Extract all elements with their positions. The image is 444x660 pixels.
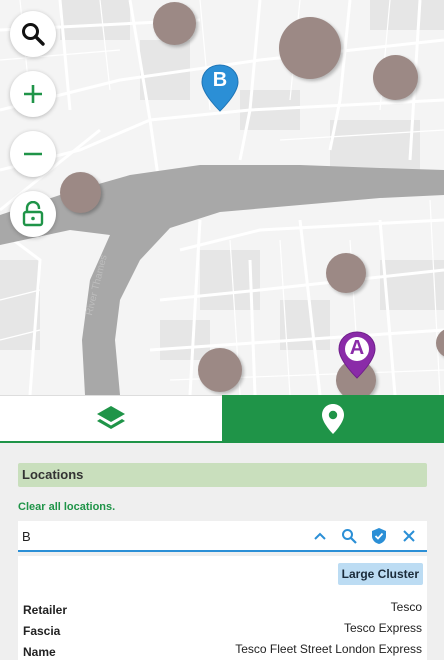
verified-icon [372, 528, 386, 544]
minus-icon [24, 152, 42, 156]
zoom-in-button[interactable] [10, 71, 56, 117]
clear-all-locations-link[interactable]: Clear all locations. [18, 501, 115, 513]
row-value: Tesco Express [343, 621, 422, 635]
result-row-fascia: Fascia Tesco Express [23, 621, 422, 639]
cluster-marker[interactable] [279, 17, 341, 79]
marker-letter: A [349, 337, 365, 359]
map-pin-icon [322, 404, 344, 434]
cluster-marker[interactable] [373, 55, 418, 100]
chevron-up-icon [314, 532, 326, 540]
layers-icon [97, 405, 125, 429]
map-view[interactable]: River Thames B A [0, 0, 444, 395]
cluster-marker[interactable] [60, 172, 101, 213]
cluster-marker[interactable] [153, 2, 196, 45]
result-row-name: Name Tesco Fleet Street London Express [23, 642, 422, 660]
locations-panel: Locations Clear all locations. B Large C… [0, 443, 444, 660]
section-title: Locations [18, 463, 427, 487]
row-value: Tesco Fleet Street London Express [235, 642, 422, 656]
plus-icon [24, 85, 42, 103]
tab-layers[interactable] [0, 395, 222, 443]
search-icon [22, 23, 45, 46]
cluster-marker[interactable] [326, 253, 366, 293]
location-result-card[interactable]: Large Cluster Retailer Tesco Fascia Tesc… [18, 556, 427, 660]
cluster-badge: Large Cluster [337, 563, 423, 585]
marker-letter: B [212, 69, 228, 91]
location-search-box [18, 521, 427, 552]
search-icon [342, 529, 357, 544]
zoom-out-button[interactable] [10, 131, 56, 177]
panel-tabs [0, 395, 444, 443]
row-label: Retailer [23, 603, 68, 617]
clear-search-button[interactable] [400, 527, 418, 545]
row-value: Tesco [390, 600, 422, 614]
marker-b[interactable]: B [200, 63, 240, 113]
verify-button[interactable] [370, 527, 388, 545]
search-button[interactable] [340, 527, 358, 545]
location-search-input[interactable] [22, 524, 302, 548]
unlock-icon [22, 201, 44, 227]
result-row-retailer: Retailer Tesco [23, 600, 422, 618]
row-label: Fascia [23, 624, 61, 638]
row-label: Name [23, 645, 56, 659]
chevron-up-button[interactable] [311, 527, 329, 545]
tab-locations[interactable] [222, 395, 444, 443]
close-icon [403, 530, 415, 542]
lock-button[interactable] [10, 191, 56, 237]
map-search-button[interactable] [10, 11, 56, 57]
cluster-marker[interactable] [198, 348, 242, 392]
marker-a[interactable]: A [337, 330, 377, 380]
